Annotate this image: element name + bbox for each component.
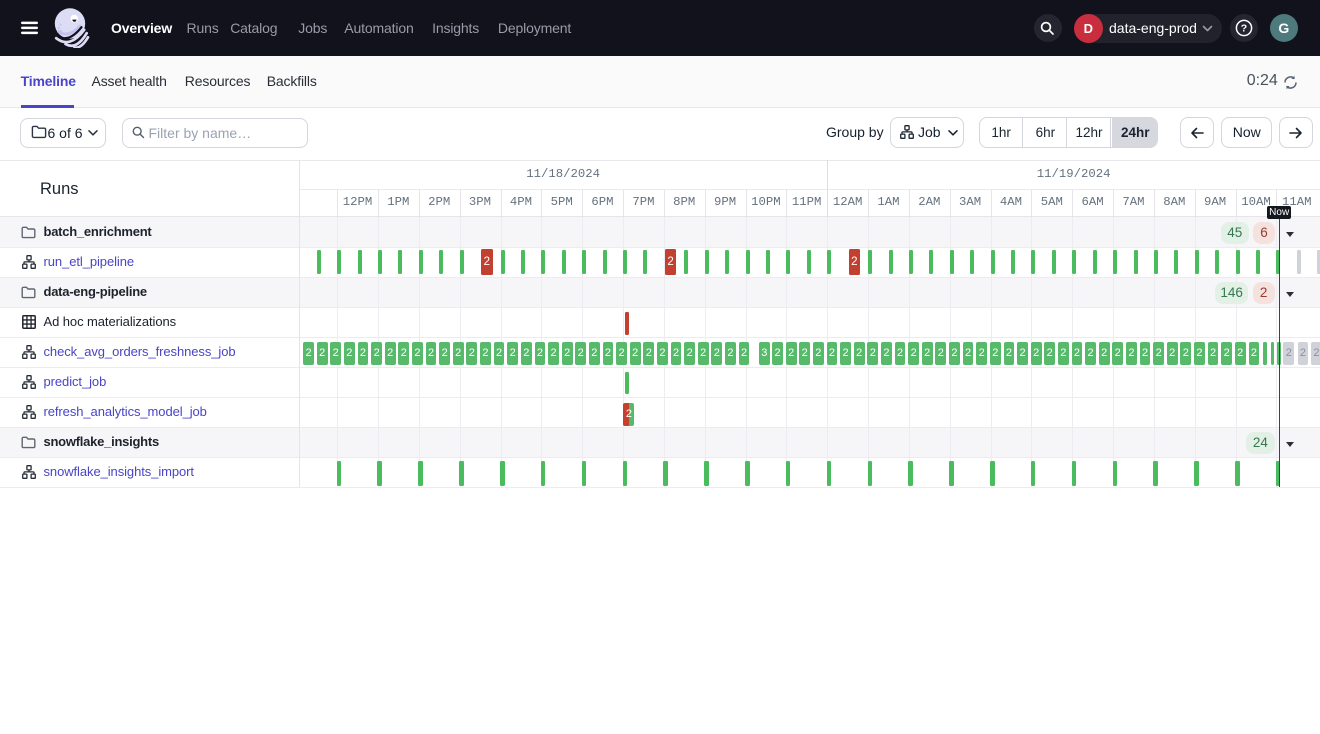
svg-text:?: ?	[1241, 23, 1247, 35]
